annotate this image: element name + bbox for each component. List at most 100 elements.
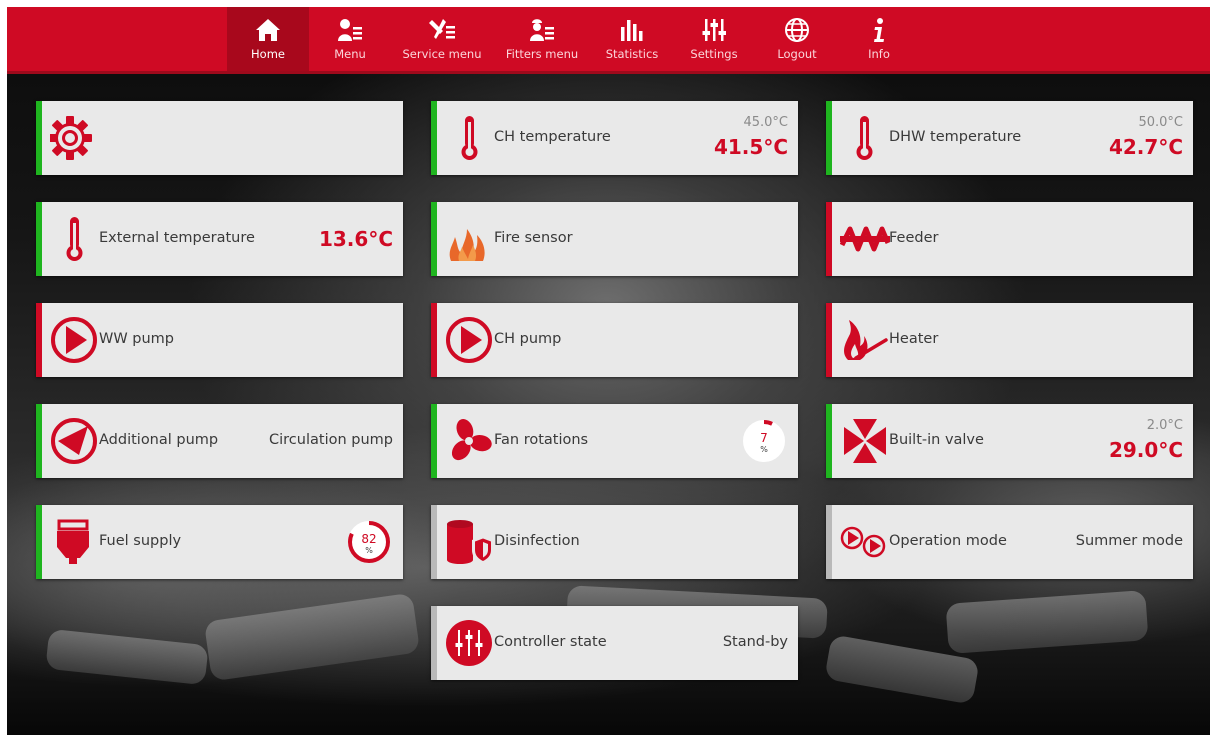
- status-bar: [431, 101, 437, 175]
- dhw-temperature-value: 42.7°C: [1108, 135, 1183, 159]
- screen: Home Menu Service menu Fitters menu Stat…: [7, 7, 1210, 735]
- status-bar: [36, 101, 42, 175]
- status-bar: [431, 606, 437, 680]
- tile-label: External temperature: [99, 230, 255, 246]
- status-bar: [36, 303, 42, 377]
- status-bar: [826, 505, 832, 579]
- tile-label: Fuel supply: [99, 533, 182, 549]
- tile-label: Additional pump: [99, 432, 219, 448]
- disinfection-tile[interactable]: Disinfection: [431, 505, 798, 579]
- pump-icon: [51, 317, 97, 363]
- nav-settings-label: Settings: [690, 47, 738, 61]
- bar-chart-icon: [621, 20, 643, 41]
- built-in-valve-value: 29.0°C: [1108, 438, 1183, 462]
- feeder-screw-icon: [840, 226, 890, 252]
- nav-home-label: Home: [251, 47, 285, 61]
- valve-icon: [844, 419, 886, 463]
- nav-statistics[interactable]: Statistics: [599, 7, 665, 71]
- nav-info[interactable]: Info: [853, 7, 905, 71]
- tile-label: DHW temperature: [889, 129, 1022, 145]
- ch-pump-tile[interactable]: CH pump: [431, 303, 798, 377]
- nav-menu-label: Menu: [334, 47, 366, 61]
- nav-service-menu[interactable]: Service menu: [399, 7, 485, 71]
- controller-state-tile[interactable]: Controller state Stand-by: [431, 606, 798, 680]
- fire-sensor-tile[interactable]: Fire sensor: [431, 202, 798, 276]
- fan-rotations-unit: %: [760, 445, 768, 454]
- tile-label: Controller state: [494, 634, 607, 650]
- globe-icon: [785, 18, 809, 42]
- info-icon: [874, 18, 884, 42]
- fuel-level-gauge: 82 %: [348, 521, 390, 563]
- heater-icon: [844, 320, 888, 360]
- tile-label: Fire sensor: [494, 230, 573, 246]
- external-temperature-value: 13.6°C: [318, 227, 393, 251]
- home-icon: [256, 19, 280, 41]
- hopper-icon: [57, 519, 89, 564]
- top-navigation-bar: Home Menu Service menu Fitters menu Stat…: [7, 7, 1210, 74]
- tile-label: Disinfection: [494, 533, 580, 549]
- status-bar: [431, 404, 437, 478]
- status-bar: [826, 404, 832, 478]
- built-in-valve-tile[interactable]: Built-in valve 2.0°C 29.0°C: [826, 404, 1193, 478]
- nav-fitters-menu[interactable]: Fitters menu: [500, 7, 584, 71]
- fuel-level-unit: %: [365, 546, 373, 555]
- status-bar: [826, 202, 832, 276]
- nav-home[interactable]: Home: [227, 7, 309, 71]
- sliders-icon: [702, 19, 726, 41]
- nav-service-menu-label: Service menu: [402, 47, 482, 61]
- settings-tile[interactable]: [36, 101, 403, 175]
- nav-settings[interactable]: Settings: [683, 7, 745, 71]
- pump-icon: [51, 418, 97, 464]
- status-bar: [826, 101, 832, 175]
- nav-info-label: Info: [868, 47, 890, 61]
- tools-icon: [429, 19, 455, 39]
- status-bar: [826, 303, 832, 377]
- tile-label: Fan rotations: [494, 432, 589, 448]
- ch-temperature-value: 41.5°C: [713, 135, 788, 159]
- status-bar: [36, 404, 42, 478]
- fan-rotations-value: 7: [760, 431, 768, 445]
- heater-tile[interactable]: Heater: [826, 303, 1193, 377]
- additional-pump-tile[interactable]: Additional pump Circulation pump: [36, 404, 403, 478]
- controller-state-value: Stand-by: [722, 634, 788, 650]
- nav-logout[interactable]: Logout: [765, 7, 829, 71]
- user-list-icon: [338, 19, 362, 41]
- flame-icon: [449, 229, 485, 261]
- built-in-valve-setpoint: 2.0°C: [1146, 418, 1183, 433]
- background-log: [945, 590, 1149, 654]
- nav-statistics-label: Statistics: [605, 47, 659, 61]
- status-bar: [431, 505, 437, 579]
- background-log: [45, 628, 209, 686]
- tile-label: Built-in valve: [889, 432, 984, 448]
- fan-rotations-tile[interactable]: Fan rotations 7 %: [431, 404, 798, 478]
- operation-mode-tile[interactable]: Operation mode Summer mode: [826, 505, 1193, 579]
- thermometer-icon: [856, 116, 873, 160]
- feeder-tile[interactable]: Feeder: [826, 202, 1193, 276]
- tile-label: WW pump: [99, 331, 175, 347]
- gear-icon: [50, 116, 92, 160]
- fuel-level-value: 82: [361, 532, 376, 546]
- status-bar: [431, 303, 437, 377]
- tile-label: CH temperature: [494, 129, 611, 145]
- tile-label: Feeder: [889, 230, 939, 246]
- external-temperature-tile[interactable]: External temperature 13.6°C: [36, 202, 403, 276]
- operation-mode-icon: [840, 526, 886, 558]
- pump-icon: [446, 317, 492, 363]
- sliders-circle-icon: [446, 620, 492, 666]
- fitter-icon: [530, 19, 554, 41]
- status-bar: [431, 202, 437, 276]
- ch-temperature-tile[interactable]: CH temperature 45.0°C 41.5°C: [431, 101, 798, 175]
- ww-pump-tile[interactable]: WW pump: [36, 303, 403, 377]
- thermometer-icon: [461, 116, 478, 160]
- tile-label: Operation mode: [889, 533, 1007, 549]
- fuel-supply-tile[interactable]: Fuel supply 82 %: [36, 505, 403, 579]
- nav-fitters-menu-label: Fitters menu: [505, 47, 579, 61]
- fan-rotations-gauge: 7 %: [743, 420, 785, 462]
- status-bar: [36, 505, 42, 579]
- dhw-temperature-tile[interactable]: DHW temperature 50.0°C 42.7°C: [826, 101, 1193, 175]
- status-bar: [36, 202, 42, 276]
- background-log: [203, 592, 421, 682]
- additional-pump-mode: Circulation pump: [269, 432, 393, 448]
- nav-menu[interactable]: Menu: [320, 7, 380, 71]
- nav-logout-label: Logout: [777, 47, 817, 61]
